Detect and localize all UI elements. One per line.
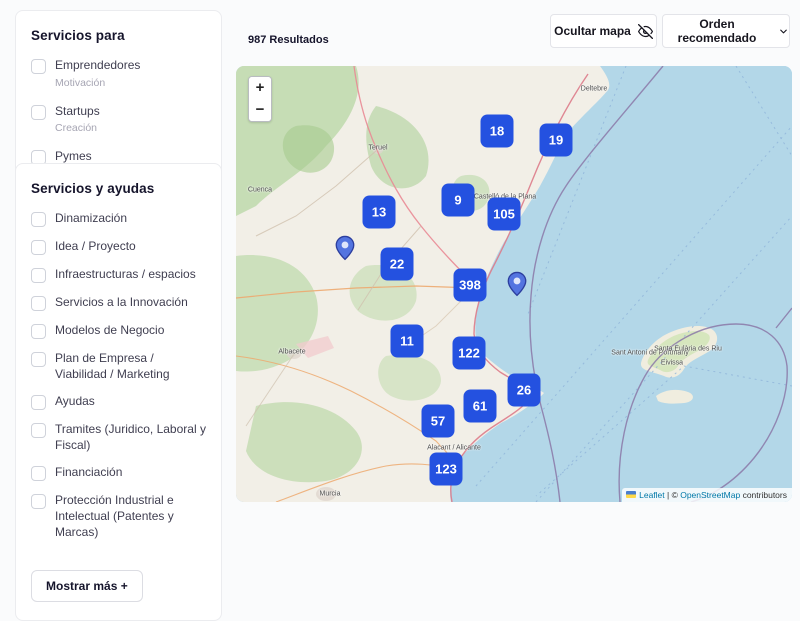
- filter-option-sublabel: Motivación: [55, 77, 140, 89]
- checkbox[interactable]: [31, 352, 46, 367]
- hide-map-label: Ocultar mapa: [554, 24, 631, 38]
- checkbox[interactable]: [31, 296, 46, 311]
- eye-off-icon: [638, 24, 653, 39]
- checkbox[interactable]: [31, 240, 46, 255]
- results-count: 987 Resultados: [248, 34, 329, 46]
- zoom-out-button[interactable]: −: [249, 99, 271, 121]
- filter-option-label: Idea / Proyecto: [55, 239, 136, 255]
- openstreetmap-link[interactable]: OpenStreetMap: [680, 490, 740, 500]
- cluster-marker[interactable]: 11: [391, 325, 424, 358]
- map-pin-marker[interactable]: [336, 236, 355, 266]
- filter-list-servicios-para: EmprendedoresMotivaciónStartupsCreaciónP…: [31, 58, 206, 180]
- checkbox[interactable]: [31, 423, 46, 438]
- map-canvas[interactable]: TeruelCuencaCastelló de la PlanaDeltebre…: [236, 66, 792, 502]
- filter-option[interactable]: Tramites (Juridico, Laboral y Fiscal): [31, 422, 206, 453]
- filter-group-title: Servicios para: [31, 28, 206, 43]
- checkbox[interactable]: [31, 212, 46, 227]
- filter-option[interactable]: Servicios a la Innovación: [31, 295, 206, 311]
- cluster-marker[interactable]: 22: [381, 248, 414, 281]
- cluster-marker[interactable]: 26: [508, 374, 541, 407]
- cluster-marker[interactable]: 18: [481, 115, 514, 148]
- filter-option-label: Dinamización: [55, 211, 127, 227]
- filter-option[interactable]: Plan de Empresa / Viabilidad / Marketing: [31, 351, 206, 382]
- chevron-down-icon: [778, 26, 789, 37]
- filter-group-title: Servicios y ayudas: [31, 181, 206, 196]
- sort-dropdown[interactable]: Orden recomendado: [662, 14, 790, 48]
- checkbox[interactable]: [31, 395, 46, 410]
- checkbox[interactable]: [31, 466, 46, 481]
- sort-label: Orden recomendado: [663, 17, 771, 45]
- cluster-marker[interactable]: 398: [454, 269, 487, 302]
- filter-option-sublabel: Creación: [55, 122, 100, 134]
- filter-option[interactable]: Infraestructuras / espacios: [31, 267, 206, 283]
- filter-list-servicios-ayudas: Dinamización Idea / Proyecto Infraestructu…: [31, 211, 206, 540]
- ukraine-flag-icon: [626, 491, 636, 498]
- filter-option-label: Ayudas: [55, 394, 95, 410]
- cluster-marker[interactable]: 9: [442, 184, 475, 217]
- filter-option[interactable]: Financiación: [31, 465, 206, 481]
- cluster-marker[interactable]: 19: [540, 124, 573, 157]
- map-attribution: Leaflet | © OpenStreetMap contributors: [622, 488, 792, 502]
- filter-option-label: Startups: [55, 104, 100, 120]
- filter-option-label: Plan de Empresa / Viabilidad / Marketing: [55, 351, 206, 382]
- cluster-marker[interactable]: 122: [453, 337, 486, 370]
- cluster-marker[interactable]: 13: [363, 196, 396, 229]
- map-zoom-control: + −: [248, 76, 272, 122]
- filter-option[interactable]: Modelos de Negocio: [31, 323, 206, 339]
- attribution-suffix: contributors: [740, 490, 787, 500]
- filter-option[interactable]: Startups Creación: [31, 104, 206, 135]
- hide-map-button[interactable]: Ocultar mapa: [550, 14, 657, 48]
- filter-option-label: Tramites (Juridico, Laboral y Fiscal): [55, 422, 206, 453]
- filter-option[interactable]: Emprendedores Motivación: [31, 58, 206, 89]
- cluster-marker[interactable]: 57: [422, 405, 455, 438]
- filter-option-label: Modelos de Negocio: [55, 323, 164, 339]
- filter-option[interactable]: Protección Industrial e Intelectual (Pat…: [31, 493, 206, 540]
- cluster-marker[interactable]: 105: [488, 198, 521, 231]
- filter-option-label: Infraestructuras / espacios: [55, 267, 196, 283]
- filter-card-servicios-ayudas: Servicios y ayudas Dinamización Idea / Pr…: [15, 163, 222, 621]
- filter-option[interactable]: Ayudas: [31, 394, 206, 410]
- cluster-marker[interactable]: 61: [464, 390, 497, 423]
- checkbox[interactable]: [31, 105, 46, 120]
- show-more-button[interactable]: Mostrar más +: [31, 570, 143, 602]
- filter-option[interactable]: Idea / Proyecto: [31, 239, 206, 255]
- map-pin-marker[interactable]: [508, 272, 527, 302]
- checkbox[interactable]: [31, 268, 46, 283]
- filter-option-label: Servicios a la Innovación: [55, 295, 188, 311]
- zoom-in-button[interactable]: +: [249, 77, 271, 99]
- attribution-separator: | ©: [665, 490, 681, 500]
- filter-option-label: Financiación: [55, 465, 122, 481]
- cluster-marker[interactable]: 123: [430, 453, 463, 486]
- filter-option[interactable]: Dinamización: [31, 211, 206, 227]
- checkbox[interactable]: [31, 494, 46, 509]
- filter-option-label: Protección Industrial e Intelectual (Pat…: [55, 493, 206, 540]
- checkbox[interactable]: [31, 59, 46, 74]
- leaflet-link[interactable]: Leaflet: [639, 490, 665, 500]
- checkbox[interactable]: [31, 324, 46, 339]
- filter-option-label: Emprendedores: [55, 58, 140, 74]
